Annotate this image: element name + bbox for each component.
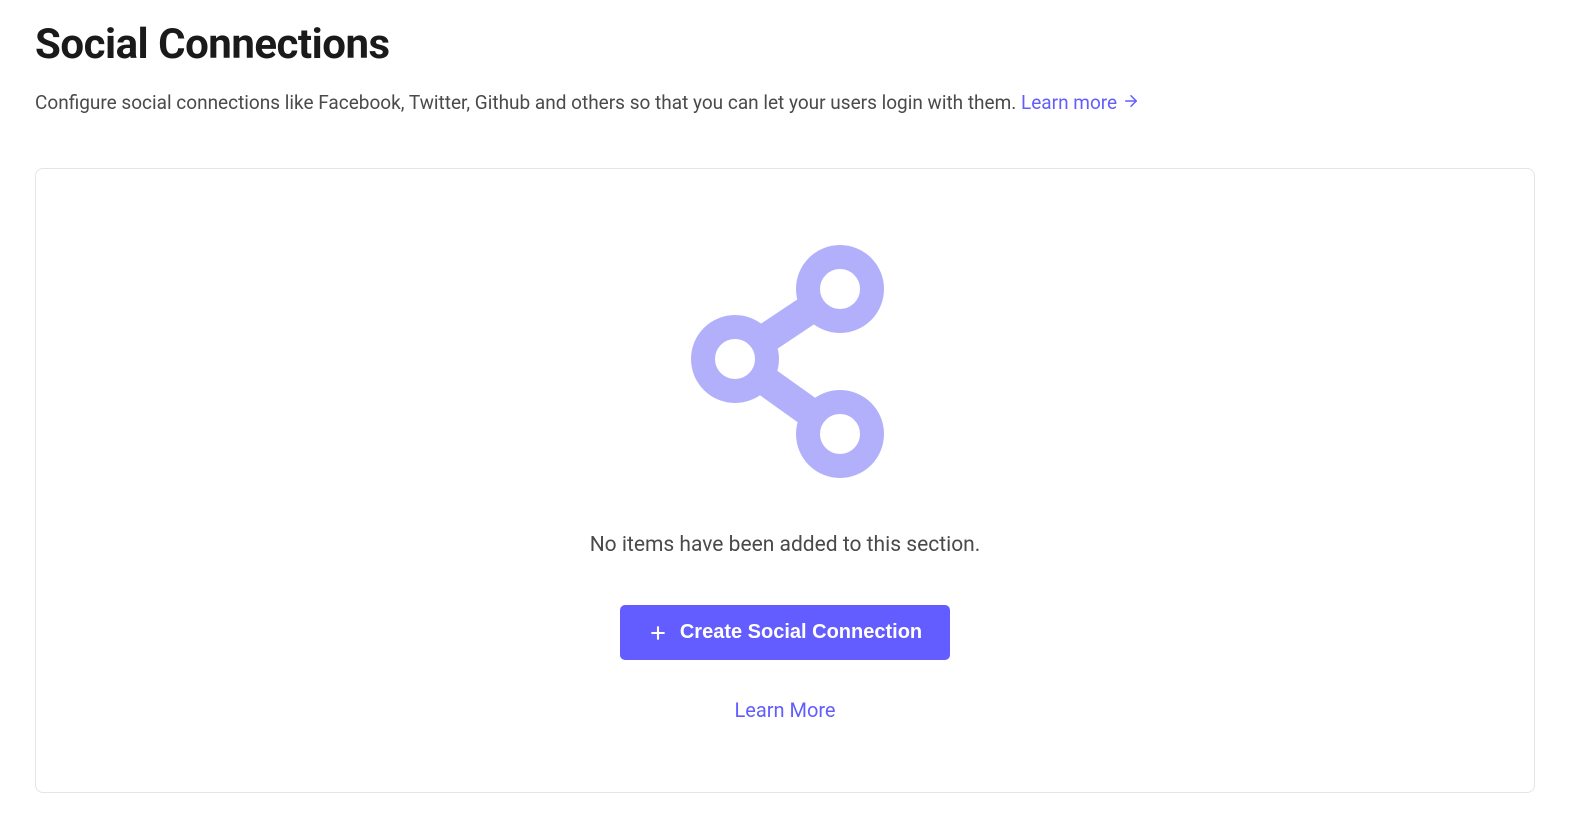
- share-icon: [670, 239, 900, 483]
- page-title: Social Connections: [35, 20, 1535, 69]
- arrow-right-icon: [1122, 90, 1140, 119]
- learn-more-text: Learn more: [1021, 91, 1117, 114]
- empty-state-message: No items have been added to this section…: [76, 533, 1494, 557]
- page-description: Configure social connections like Facebo…: [35, 89, 1535, 118]
- empty-state-card: No items have been added to this section…: [35, 168, 1535, 793]
- create-social-connection-button[interactable]: Create Social Connection: [620, 605, 950, 660]
- plus-icon: [648, 623, 668, 643]
- learn-more-bottom-link[interactable]: Learn More: [76, 698, 1494, 722]
- share-icon-container: [76, 239, 1494, 483]
- learn-more-link[interactable]: Learn more: [1021, 91, 1140, 114]
- description-text: Configure social connections like Facebo…: [35, 91, 1021, 114]
- create-button-label: Create Social Connection: [680, 621, 922, 644]
